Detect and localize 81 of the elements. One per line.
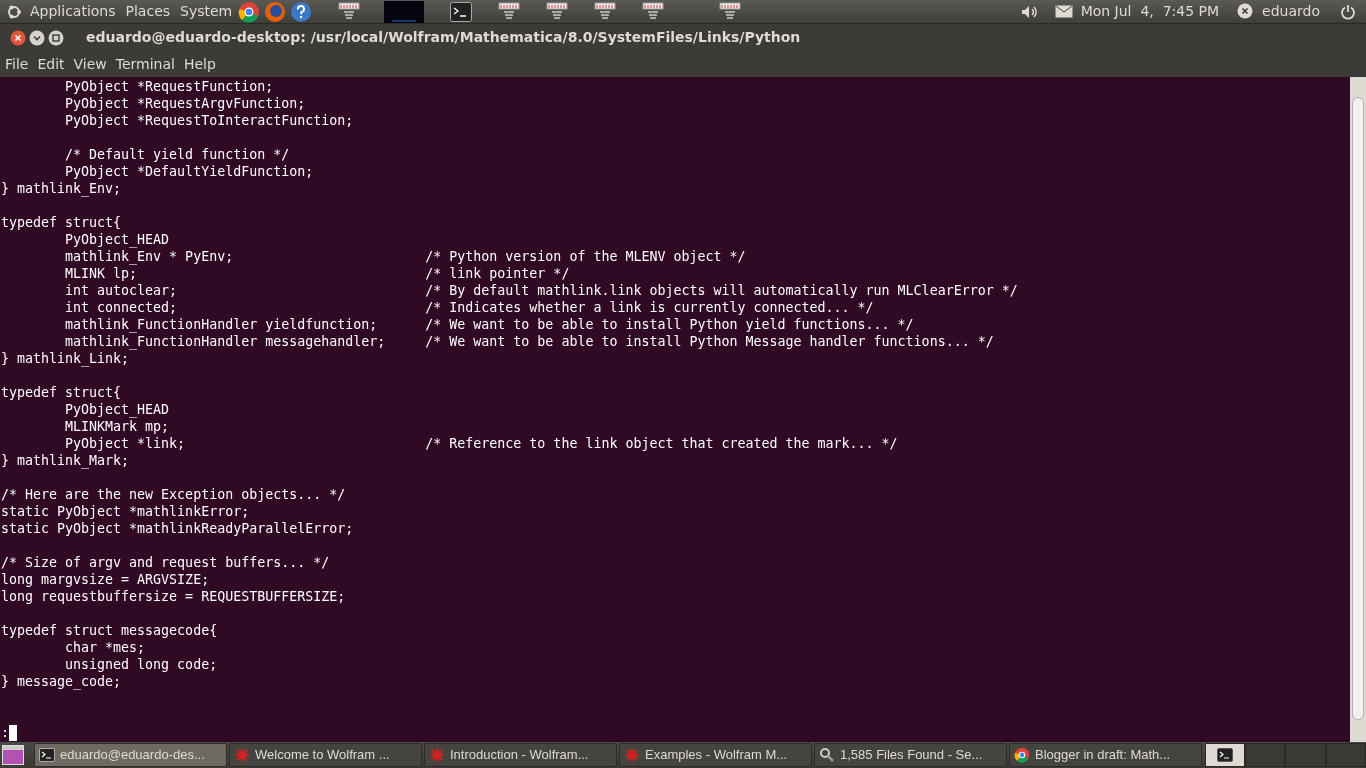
user-status-icon[interactable] <box>1237 3 1255 20</box>
workspace-switcher-cell[interactable] <box>1325 743 1366 767</box>
code-line: typedef struct messagecode{ <box>1 622 219 639</box>
panel-menu[interactable]: Places <box>125 1 171 22</box>
maximize-icon[interactable] <box>48 29 64 46</box>
code-line: PyObject *RequestFunction; <box>64 78 275 95</box>
code-line: mathlink_Env * PyEnv; /* Python version of the MLENV object */ <box>64 248 747 265</box>
code-line: long margvsize = ARGVSIZE; <box>1 571 211 588</box>
code-line: char *mes; <box>64 639 147 656</box>
menu-item[interactable]: Terminal <box>111 53 179 75</box>
server-icon[interactable] <box>338 1 361 22</box>
code-line: long requestbuffersize = REQUESTBUFFERSIZE; <box>1 588 347 605</box>
code-line: MLINKMark mp; <box>64 418 171 435</box>
mail-icon[interactable] <box>1054 5 1073 18</box>
code-line: typedef struct{ <box>1 384 123 401</box>
menu-item[interactable]: Help <box>179 53 220 75</box>
server-icon[interactable] <box>594 1 617 22</box>
code-line: static PyObject *mathlinkReadyParallelError; <box>1 520 355 537</box>
code-line: } mathlink_Env; <box>1 180 123 197</box>
taskbar-button[interactable]: Introduction - Wolfram... <box>424 743 617 767</box>
spiky-star-icon <box>234 747 250 763</box>
terminal-icon <box>1217 748 1233 762</box>
minimize-icon[interactable] <box>29 29 45 46</box>
taskbar-button[interactable]: Examples - Wolfram M... <box>619 743 812 767</box>
code-line: PyObject *RequestToInteractFunction; <box>64 112 355 129</box>
server-icon[interactable] <box>546 1 569 22</box>
spiky-star-icon <box>429 747 445 763</box>
code-line: PyObject *DefaultYieldFunction; <box>64 163 315 180</box>
clock[interactable]: Mon Jul 4, 7:45 PM <box>1080 1 1220 22</box>
terminal-icon <box>39 748 55 762</box>
spiky-star-icon <box>624 747 640 763</box>
code-line: MLINK lp; /* link pointer */ <box>64 265 571 282</box>
code-line: PyObject_HEAD <box>64 231 171 248</box>
code-line: static PyObject *mathlinkError; <box>1 503 251 520</box>
workspace-switcher-cell[interactable] <box>1205 743 1245 767</box>
scrollbar[interactable] <box>1350 77 1366 742</box>
workspace-switcher-cell[interactable] <box>1285 743 1326 767</box>
code-line: PyObject *link; /* Reference to the link object that created the mark... */ <box>64 435 899 452</box>
server-icon[interactable] <box>642 1 665 22</box>
code-line: PyObject *RequestArgvFunction; <box>64 95 307 112</box>
menu-item[interactable]: File <box>1 53 33 75</box>
code-line: int autoclear; /* By default mathlink.link objects will automatically run MLClearError */ <box>64 282 1019 299</box>
code-line: int connected; /* Indicates whether a link is currently connected... */ <box>64 299 875 316</box>
code-line: PyObject_HEAD <box>64 401 171 418</box>
taskbar-button[interactable]: Welcome to Wolfram ... <box>229 743 422 767</box>
help-icon[interactable] <box>290 0 313 23</box>
volume-icon[interactable] <box>1020 4 1039 19</box>
code-line: mathlink_FunctionHandler messagehandler; /* We want to be able to install Python Message handler functions... */ <box>64 333 995 350</box>
server-icon[interactable] <box>719 1 742 22</box>
server-icon[interactable] <box>498 1 521 22</box>
code-line: /* Size of argv and request buffers... */ <box>1 554 331 571</box>
workspace-switcher-cell[interactable] <box>1245 743 1286 767</box>
code-line: mathlink_FunctionHandler yieldfunction; /* We want to be able to install Python yield functions... */ <box>64 316 915 333</box>
code-line: /* Default yield function */ <box>64 146 291 163</box>
code-line: unsigned long code; <box>64 656 219 673</box>
scrollbar-thumb[interactable] <box>1352 97 1364 720</box>
window-thumbnail-icon[interactable] <box>384 0 425 23</box>
user-name[interactable]: eduardo <box>1262 1 1320 22</box>
text-cursor <box>9 724 17 741</box>
terminal-icon[interactable] <box>450 1 473 22</box>
code-line: /* Here are the new Exception objects... */ <box>1 486 347 503</box>
close-icon[interactable] <box>10 29 26 46</box>
power-icon[interactable] <box>1340 3 1356 20</box>
code-line: } message_code; <box>1 673 123 690</box>
taskbar-button[interactable]: Blogger in draft: Math... <box>1009 743 1202 767</box>
window-title: eduardo@eduardo-desktop: /usr/local/Wolfram/Mathematica/8.0/SystemFiles/Links/Python <box>86 28 801 47</box>
menu-item[interactable]: View <box>69 53 111 75</box>
code-line: typedef struct{ <box>1 214 123 231</box>
pager-prompt: : <box>1 724 9 741</box>
menu-item[interactable]: Edit <box>33 53 69 75</box>
ubuntu-logo-icon[interactable] <box>6 3 22 20</box>
search-icon <box>819 747 835 763</box>
code-line: } mathlink_Link; <box>1 350 131 367</box>
show-desktop-icon[interactable] <box>2 745 24 765</box>
taskbar-button[interactable]: eduardo@eduardo-des... <box>34 743 227 767</box>
taskbar-button[interactable]: 1,585 Files Found - Se... <box>814 743 1007 767</box>
chrome-icon <box>1014 747 1030 763</box>
chrome-icon[interactable] <box>238 0 261 23</box>
panel-menu[interactable]: System <box>180 1 233 22</box>
code-line: } mathlink_Mark; <box>1 452 131 469</box>
panel-menu[interactable]: Applications <box>30 1 116 22</box>
